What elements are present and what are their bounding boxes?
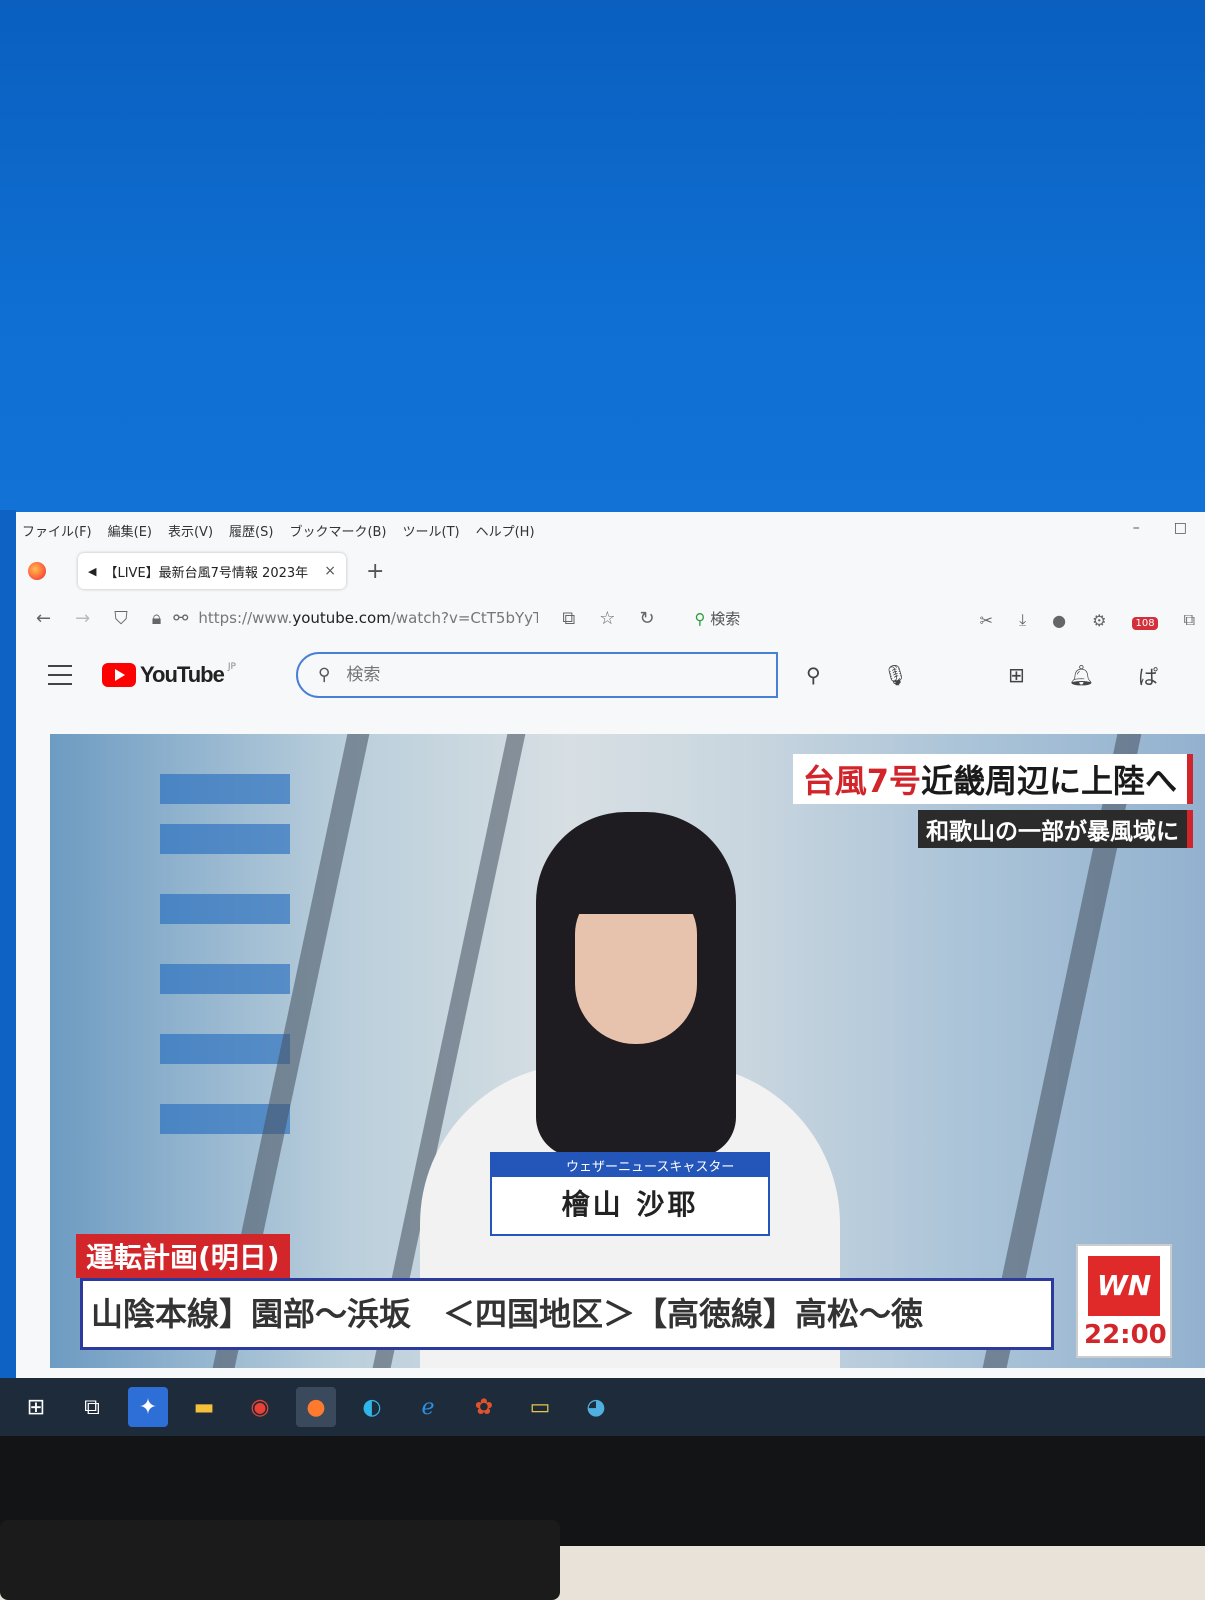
menu-icon[interactable] — [48, 665, 72, 685]
tab-active[interactable]: ◀ 【LIVE】最新台風7号情報 2023年 × — [78, 553, 346, 589]
subheadline-caption: 和歌山の一部が暴風域に — [918, 810, 1193, 848]
schedule-tag: 運転計画(明日) — [76, 1234, 290, 1278]
avatar[interactable]: ぱ — [1138, 661, 1158, 690]
youtube-logo[interactable]: YouTube JP — [102, 662, 236, 688]
caster-nameplate: ウェザーニュースキャスター 檜山 沙耶 — [490, 1152, 770, 1236]
menu-bookmarks[interactable]: ブックマーク(B) — [289, 521, 386, 540]
new-tab-button[interactable]: + — [366, 559, 384, 584]
news-ticker: 山陰本線】園部～浜坂 ＜四国地区＞【高徳線】高松～徳 — [80, 1278, 1054, 1350]
task-view-icon[interactable]: ⧉ — [72, 1387, 112, 1427]
forward-icon[interactable]: → — [75, 608, 90, 629]
search-icon: ⚲ — [694, 609, 706, 628]
screenshot-icon[interactable]: ✂ — [980, 611, 993, 630]
url-rest: /watch?v=CtT5bYyT — [390, 609, 539, 627]
url-bar[interactable]: https://www.youtube.com/watch?v=CtT5bYyT — [198, 609, 538, 627]
speaker-icon[interactable]: ◀ — [88, 565, 96, 578]
firefox-icon[interactable]: ● — [296, 1387, 336, 1427]
file-explorer-icon[interactable]: ▬ — [184, 1387, 224, 1427]
chrome-icon[interactable]: ◉ — [240, 1387, 280, 1427]
caster-role: ウェザーニュースキャスター — [492, 1154, 768, 1177]
browser-window: ファイル(F) 編集(E) 表示(V) 履歴(S) ブックマーク(B) ツール(… — [16, 512, 1205, 1392]
search-bar[interactable]: ⚲ 検索 — [694, 608, 740, 629]
app-icon[interactable]: ◕ — [576, 1387, 616, 1427]
menu-tools[interactable]: ツール(T) — [403, 521, 460, 540]
menu-view[interactable]: 表示(V) — [168, 521, 213, 540]
broadcast-time: 22:00 — [1084, 1320, 1167, 1350]
toolbar-right: ✂ ⤓ ● ⚙ 108 ⧉ — [980, 610, 1195, 630]
app-icon[interactable]: ✿ — [464, 1387, 504, 1427]
tab-title: 【LIVE】最新台風7号情報 2023年 — [104, 565, 309, 581]
search-icon: ⚲ — [317, 665, 331, 685]
url-domain: youtube.com — [292, 609, 391, 627]
headline-rest: 近畿周辺に上陸へ — [920, 762, 1177, 800]
menu-bar: ファイル(F) 編集(E) 表示(V) 履歴(S) ブックマーク(B) ツール(… — [16, 512, 1205, 548]
edge-icon[interactable]: ◐ — [352, 1387, 392, 1427]
studio-stripe — [160, 774, 290, 804]
menu-file[interactable]: ファイル(F) — [22, 521, 92, 540]
caster-name: 檜山 沙耶 — [561, 1188, 699, 1221]
search-bar-label: 検索 — [710, 609, 741, 628]
taskbar: ⊞ ⧉ ✦ ▬ ◉ ● ◐ ℯ ✿ ▭ ◕ — [0, 1378, 1205, 1436]
youtube-wordmark: YouTube — [140, 662, 225, 687]
studio-stripe — [160, 894, 290, 924]
close-tab-icon[interactable]: × — [324, 563, 336, 579]
youtube-header: YouTube JP ⚲ ⚲ 🎙︎ ⊞ 🔔︎ ぱ — [16, 644, 1205, 706]
shield-icon[interactable]: ⛉ — [114, 608, 128, 629]
download-icon[interactable]: ⤓ — [1019, 610, 1026, 630]
star-icon[interactable]: ☆ — [599, 608, 615, 629]
url-prefix: https://www. — [198, 609, 293, 627]
youtube-search-box[interactable]: ⚲ — [295, 652, 778, 698]
menu-history[interactable]: 履歴(S) — [229, 521, 273, 540]
minimize-button[interactable]: – — [1133, 520, 1140, 536]
mic-icon[interactable]: 🎙︎ — [883, 663, 908, 687]
permissions-icon[interactable]: ⚯ — [173, 608, 188, 629]
window-controls: – □ — [1133, 520, 1187, 536]
extensions-icon[interactable]: ⧉ — [1184, 610, 1195, 630]
maximize-button[interactable]: □ — [1174, 520, 1187, 536]
back-icon[interactable]: ← — [36, 608, 51, 629]
youtube-search-input[interactable] — [344, 664, 649, 686]
reload-icon[interactable]: ↻ — [639, 608, 654, 629]
video-player[interactable]: 台風7号近畿周辺に上陸へ 和歌山の一部が暴風域に ウェザーニュースキャスター 檜… — [50, 734, 1205, 1368]
lock-icon[interactable]: 🔒︎ — [152, 608, 162, 629]
bell-icon[interactable]: 🔔︎ — [1069, 663, 1094, 687]
search-button[interactable]: ⚲ — [806, 663, 821, 687]
menu-edit[interactable]: 編集(E) — [108, 521, 152, 540]
region-label: JP — [227, 662, 236, 672]
adblock-icon[interactable]: 108 — [1132, 611, 1158, 630]
firefox-view-icon[interactable] — [28, 562, 46, 580]
desk-pad — [0, 1520, 560, 1600]
weathernews-logo: WN 22:00 — [1076, 1244, 1172, 1358]
wn-mark: WN — [1088, 1256, 1160, 1316]
studio-stripe — [160, 964, 290, 994]
app-icon[interactable]: ▭ — [520, 1387, 560, 1427]
internet-explorer-icon[interactable]: ℯ — [408, 1387, 448, 1427]
windows-start-icon[interactable]: ⊞ — [16, 1387, 56, 1427]
desktop-edge — [0, 510, 16, 1390]
youtube-play-icon — [102, 663, 136, 687]
tab-strip: ◀ 【LIVE】最新台風7号情報 2023年 × + — [16, 548, 1205, 594]
studio-stripe — [160, 824, 290, 854]
menu-help[interactable]: ヘルプ(H) — [476, 521, 535, 540]
extension-badge: 108 — [1132, 616, 1158, 630]
reader-icon[interactable]: ⧉ — [562, 608, 575, 629]
studio-stripe — [160, 1034, 290, 1064]
headline-caption: 台風7号近畿周辺に上陸へ — [792, 754, 1193, 804]
create-icon[interactable]: ⊞ — [1008, 663, 1025, 687]
desktop-background — [0, 0, 1205, 520]
account-icon[interactable]: ● — [1052, 611, 1066, 630]
app-icon[interactable]: ✦ — [128, 1387, 168, 1427]
headline-red: 台風7号 — [802, 762, 921, 800]
settings-icon[interactable]: ⚙ — [1092, 611, 1106, 630]
